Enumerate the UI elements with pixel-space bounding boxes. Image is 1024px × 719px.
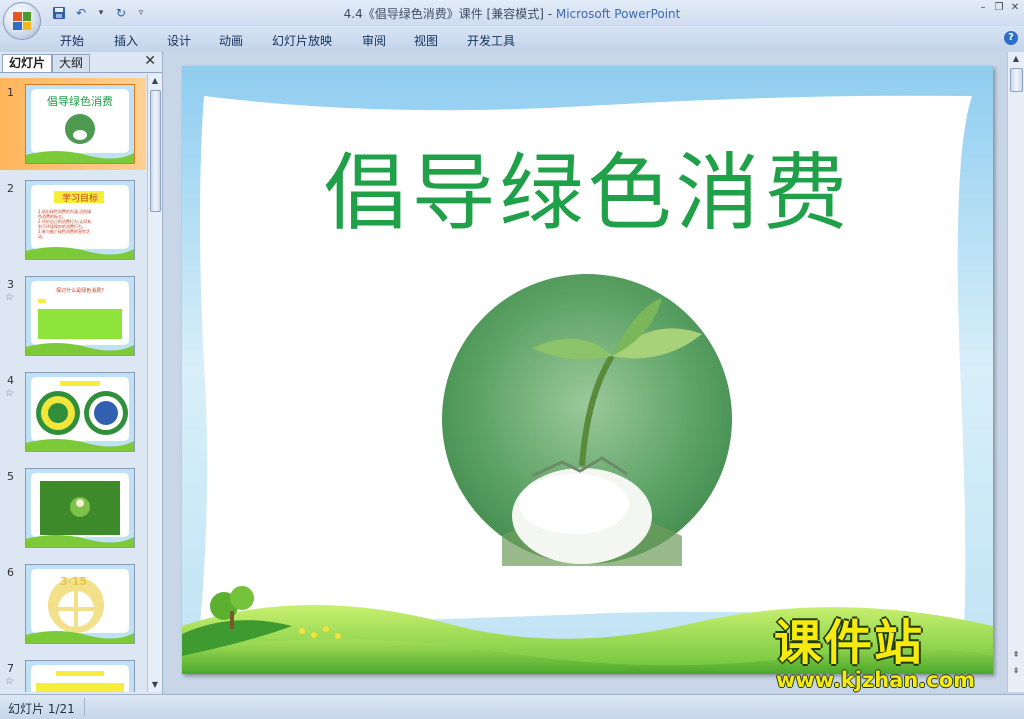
watermark-url: www.kjzhan.com (776, 668, 976, 692)
thumbnail-5-graphic (26, 469, 134, 547)
tab-slides[interactable]: 幻灯片 (2, 54, 53, 72)
thumbnail-logo-text: 3·15 (60, 575, 88, 588)
thumbnail-title: 倡导绿色消费 (47, 95, 113, 108)
thumbnail-number: 7 (7, 662, 14, 675)
ribbon-tabs: 开始 插入 设计 动画 幻灯片放映 审阅 视图 开发工具 ? (0, 26, 1024, 53)
thumbnail-title: 探讨什么是绿色消费? (56, 288, 104, 294)
thumbnail-number: 4 (7, 374, 14, 387)
title-separator: - (543, 7, 556, 21)
thumbnail-slide-4[interactable]: 4 ☆ (0, 366, 146, 458)
thumbnail-slide-6[interactable]: 6 3·15 (0, 558, 146, 650)
scrollbar-thumb[interactable] (1010, 68, 1023, 92)
watermark: 课件站 www.kjzhan.com (774, 616, 1014, 696)
thumbnail-preview (25, 660, 135, 692)
office-logo-icon (13, 12, 31, 30)
title-bar: ↶ ▾ ↻ ▿ 4.4《倡导绿色消费》课件 [兼容模式] - Microsoft… (0, 0, 1024, 26)
tab-outline[interactable]: 大纲 (52, 54, 91, 72)
thumbnail-preview: 倡导绿色消费 (25, 84, 135, 164)
thumbnail-preview: 探讨什么是绿色消费? (25, 276, 135, 356)
animation-star-icon: ☆ (5, 292, 14, 303)
window-title: 4.4《倡导绿色消费》课件 [兼容模式] - Microsoft PowerPo… (0, 5, 1024, 22)
thumbnail-list: 1 倡导绿色消费 2 学习目标 1.说出绿色消费的内涵,识别绿 色消费的标志。 … (0, 74, 146, 692)
thumbnail-slide-1[interactable]: 1 倡导绿色消费 (0, 78, 146, 170)
current-slide[interactable]: 倡导绿色消费 (182, 66, 993, 674)
scroll-up-icon[interactable]: ▲ (148, 74, 162, 88)
status-divider (84, 698, 85, 716)
office-button[interactable] (3, 2, 41, 40)
tab-review[interactable]: 审阅 (362, 32, 386, 49)
thumbnail-number: 2 (7, 182, 14, 195)
close-window-icon[interactable]: ✕ (1010, 3, 1020, 13)
slides-panel: 幻灯片 大纲 ✕ 1 倡导绿色消费 2 学习目标 1.说出绿色消费的内涵,识别绿… (0, 52, 163, 694)
thumbnail-title: 学习目标 (61, 194, 98, 204)
application-name: Microsoft PowerPoint (555, 7, 681, 21)
status-bar: 幻灯片 1/21 (0, 694, 1024, 719)
thumbnail-number: 5 (7, 470, 14, 483)
close-panel-icon[interactable]: ✕ (144, 53, 156, 69)
panel-tabs: 幻灯片 大纲 ✕ (0, 52, 162, 73)
help-icon[interactable]: ? (1004, 31, 1018, 45)
editor-vertical-scrollbar[interactable]: ▲ ⇞ ⇟ (1007, 52, 1024, 692)
thumbnail-preview (25, 468, 135, 548)
tab-slideshow[interactable]: 幻灯片放映 (272, 32, 332, 49)
thumbnail-line: 动。 (38, 234, 46, 239)
slide-counter: 幻灯片 1/21 (8, 702, 75, 716)
thumbnail-preview: 学习目标 1.说出绿色消费的内涵,识别绿 色消费的标志。 2.评价自己的消费行为… (25, 180, 135, 260)
thumbnail-scrollbar[interactable]: ▲ ▼ (147, 74, 162, 692)
restore-icon[interactable]: ❐ (994, 3, 1004, 13)
watermark-brand: 课件站 (774, 615, 925, 671)
animation-star-icon: ☆ (5, 388, 14, 399)
thumbnail-7-graphic (26, 661, 134, 692)
window-controls: – ❐ ✕ (978, 3, 1020, 13)
thumbnail-slide-3[interactable]: 3 ☆ 探讨什么是绿色消费? (0, 270, 146, 362)
thumbnail-number: 3 (7, 278, 14, 291)
tab-developer[interactable]: 开发工具 (467, 32, 515, 49)
thumbnail-4-graphic (26, 373, 134, 451)
thumbnail-preview (25, 372, 135, 452)
thumbnail-number: 6 (7, 566, 14, 579)
slide-title[interactable]: 倡导绿色消费 (182, 126, 993, 247)
tab-home[interactable]: 开始 (60, 32, 84, 49)
tab-animations[interactable]: 动画 (219, 32, 243, 49)
minimize-icon[interactable]: – (978, 3, 988, 13)
document-title: 4.4《倡导绿色消费》课件 [兼容模式] (343, 7, 544, 21)
thumbnail-slide-7[interactable]: 7 ☆ (0, 654, 146, 692)
tab-view[interactable]: 视图 (414, 32, 438, 49)
thumbnail-body: 1.说出绿色消费的内涵,识别绿 色消费的标志。 2.评价自己的消费行为,认同有 … (38, 209, 91, 239)
tab-design[interactable]: 设计 (167, 32, 191, 49)
tab-insert[interactable]: 插入 (114, 32, 138, 49)
scrollbar-thumb[interactable] (150, 90, 161, 212)
animation-star-icon: ☆ (5, 676, 14, 687)
thumbnail-slide-5[interactable]: 5 (0, 462, 146, 554)
scroll-down-icon[interactable]: ▼ (148, 678, 162, 692)
thumbnail-number: 1 (7, 86, 14, 99)
thumbnail-preview: 3·15 (25, 564, 135, 644)
thumbnail-slide-2[interactable]: 2 学习目标 1.说出绿色消费的内涵,识别绿 色消费的标志。 2.评价自己的消费… (0, 174, 146, 266)
scroll-up-icon[interactable]: ▲ (1008, 52, 1024, 66)
